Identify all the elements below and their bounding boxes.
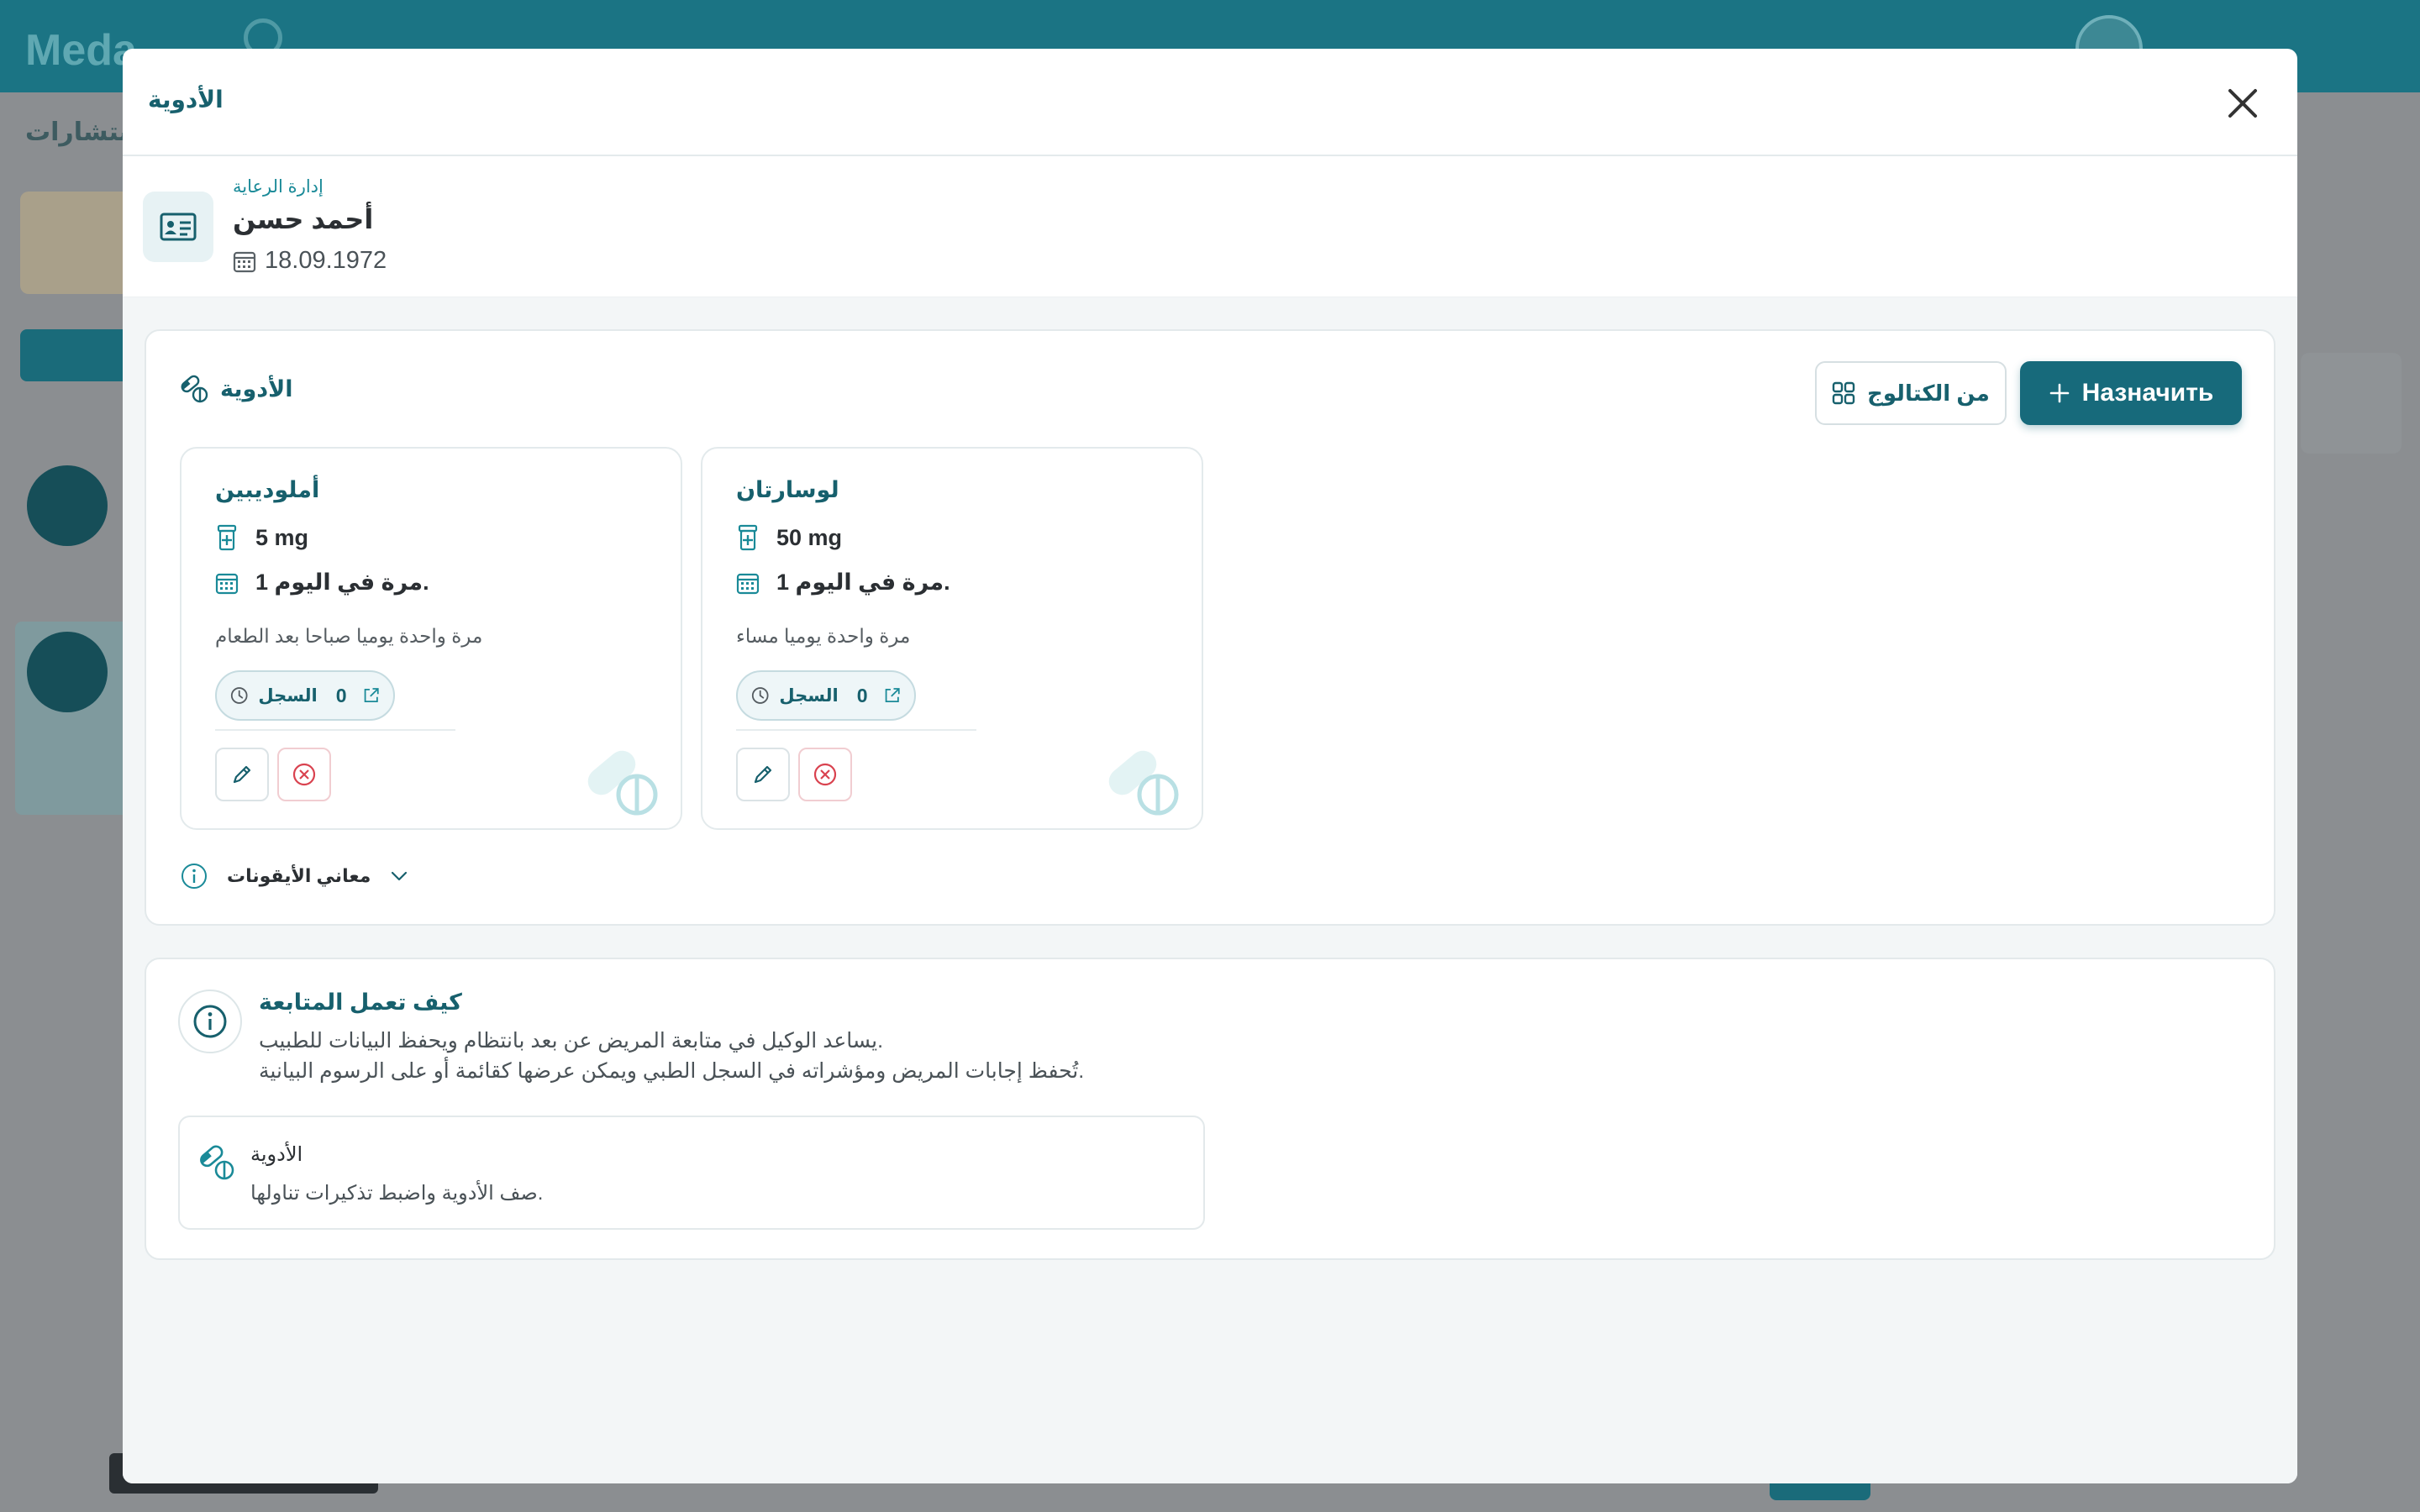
- medication-log-count: 0: [335, 684, 347, 706]
- external-link-icon: [364, 688, 379, 703]
- external-link-icon: [885, 688, 900, 703]
- clock-icon: [230, 687, 248, 704]
- patient-card-button[interactable]: [143, 192, 213, 262]
- cancel-medication-button[interactable]: [798, 748, 852, 801]
- medication-log-button[interactable]: السجل 0: [215, 670, 395, 721]
- feature-title: الأدوية: [250, 1143, 303, 1166]
- id-card-icon: [160, 213, 197, 241]
- edit-medication-button[interactable]: [215, 748, 269, 801]
- info-icon: [193, 1005, 227, 1038]
- pills-icon: [200, 1145, 234, 1180]
- care-management-link[interactable]: إدارة الرعاية: [233, 176, 324, 197]
- info-icon: [182, 864, 207, 889]
- medications-section: الأدوية من الكتالوج Назначить أملوديبين …: [145, 329, 2275, 926]
- medication-dose-value: 50 mg: [776, 524, 843, 550]
- medication-note: مرة واحدة يوميا صباحا بعد الطعام: [215, 625, 483, 647]
- medication-log-button[interactable]: السجل 0: [736, 670, 916, 721]
- pills-icon: [181, 375, 208, 403]
- icon-legend-label: معاني الأيقونات: [227, 865, 371, 886]
- background-avatar-1: [27, 465, 108, 546]
- medication-dose: 50 mg: [736, 524, 842, 551]
- medication-name: لوسارتان: [736, 477, 839, 502]
- close-icon: [2228, 89, 2257, 118]
- edit-medication-button[interactable]: [736, 748, 790, 801]
- pencil-icon: [754, 765, 772, 784]
- x-circle-icon: [813, 763, 837, 786]
- patient-dob: 18.09.1972: [233, 247, 387, 275]
- medication-frequency-value: 1 مرة في اليوم.: [255, 570, 429, 595]
- medication-log-count: 0: [856, 684, 868, 706]
- medication-frequency: 1 مرة في اليوم.: [736, 570, 950, 596]
- medications-section-title: الأدوية: [180, 375, 293, 403]
- from-catalog-button[interactable]: من الكتالوج: [1815, 361, 2007, 425]
- grid-icon: [1832, 381, 1855, 405]
- card-divider: [215, 729, 455, 731]
- pills-watermark-icon: [1108, 750, 1179, 816]
- how-it-works-section: كيف تعمل المتابعة يساعد الوكيل في متابعة…: [145, 958, 2275, 1260]
- background-right-card: [2301, 353, 2402, 454]
- card-divider: [736, 729, 976, 731]
- medication-name: أملوديبين: [215, 477, 320, 502]
- medicine-bottle-icon: [738, 524, 758, 551]
- feature-box-medications: الأدوية صف الأدوية واضبط تذكيرات تناولها…: [178, 1116, 1205, 1230]
- feature-description: صف الأدوية واضبط تذكيرات تناولها.: [250, 1182, 544, 1205]
- medication-log-label: السجل: [779, 685, 839, 706]
- medications-modal: الأدوية إدارة الرعاية أحمد حسن 18.09.197…: [123, 49, 2297, 1483]
- calendar-icon: [233, 251, 256, 272]
- how-it-works-line-1: يساعد الوكيل في متابعة المريض عن بعد بان…: [259, 1029, 884, 1053]
- icon-legend-toggle[interactable]: معاني الأيقونات: [180, 862, 409, 890]
- medication-card: لوسارتان 50 mg 1 مرة في اليوم. مرة واحدة…: [701, 447, 1203, 830]
- how-it-works-icon-wrap: [178, 990, 242, 1053]
- medication-frequency-value: 1 مرة في اليوم.: [776, 570, 950, 595]
- assign-button[interactable]: Назначить: [2020, 361, 2242, 425]
- medications-section-label: الأدوية: [220, 375, 293, 402]
- pencil-icon: [233, 765, 251, 784]
- close-button[interactable]: [2223, 84, 2262, 123]
- calendar-icon: [736, 573, 760, 594]
- cancel-medication-button[interactable]: [277, 748, 331, 801]
- background-notice: [20, 192, 138, 294]
- medication-dose: 5 mg: [215, 524, 308, 551]
- background-logo: Meda: [25, 26, 137, 75]
- x-circle-icon: [292, 763, 316, 786]
- assign-label: Назначить: [2081, 379, 2214, 407]
- pills-watermark-icon: [587, 750, 658, 816]
- background-avatar-2: [27, 632, 108, 712]
- medication-frequency: 1 مرة في اليوم.: [215, 570, 429, 596]
- medication-card: أملوديبين 5 mg 1 مرة في اليوم. مرة واحدة…: [180, 447, 682, 830]
- patient-bar: إدارة الرعاية أحمد حسن 18.09.1972: [123, 156, 2297, 297]
- clock-icon: [751, 687, 769, 704]
- patient-dob-value: 18.09.1972: [265, 247, 387, 274]
- medication-note: مرة واحدة يوميا مساء: [736, 625, 911, 647]
- from-catalog-label: من الكتالوج: [1867, 380, 1990, 406]
- how-it-works-line-2: تُحفظ إجابات المريض ومؤشراته في السجل ال…: [259, 1059, 1085, 1083]
- chevron-down-icon: [392, 871, 408, 881]
- medication-log-label: السجل: [258, 685, 318, 706]
- modal-header: الأدوية: [123, 49, 2297, 156]
- background-button: [20, 329, 138, 381]
- medication-dose-value: 5 mg: [255, 524, 309, 550]
- how-it-works-title: كيف تعمل المتابعة: [259, 990, 462, 1015]
- modal-title: الأدوية: [148, 87, 224, 113]
- plus-icon: [2049, 383, 2069, 403]
- medicine-bottle-icon: [217, 524, 237, 551]
- calendar-icon: [215, 573, 239, 594]
- patient-name: أحمد حسن: [233, 204, 374, 234]
- modal-content: الأدوية من الكتالوج Назначить أملوديبين …: [123, 297, 2297, 1483]
